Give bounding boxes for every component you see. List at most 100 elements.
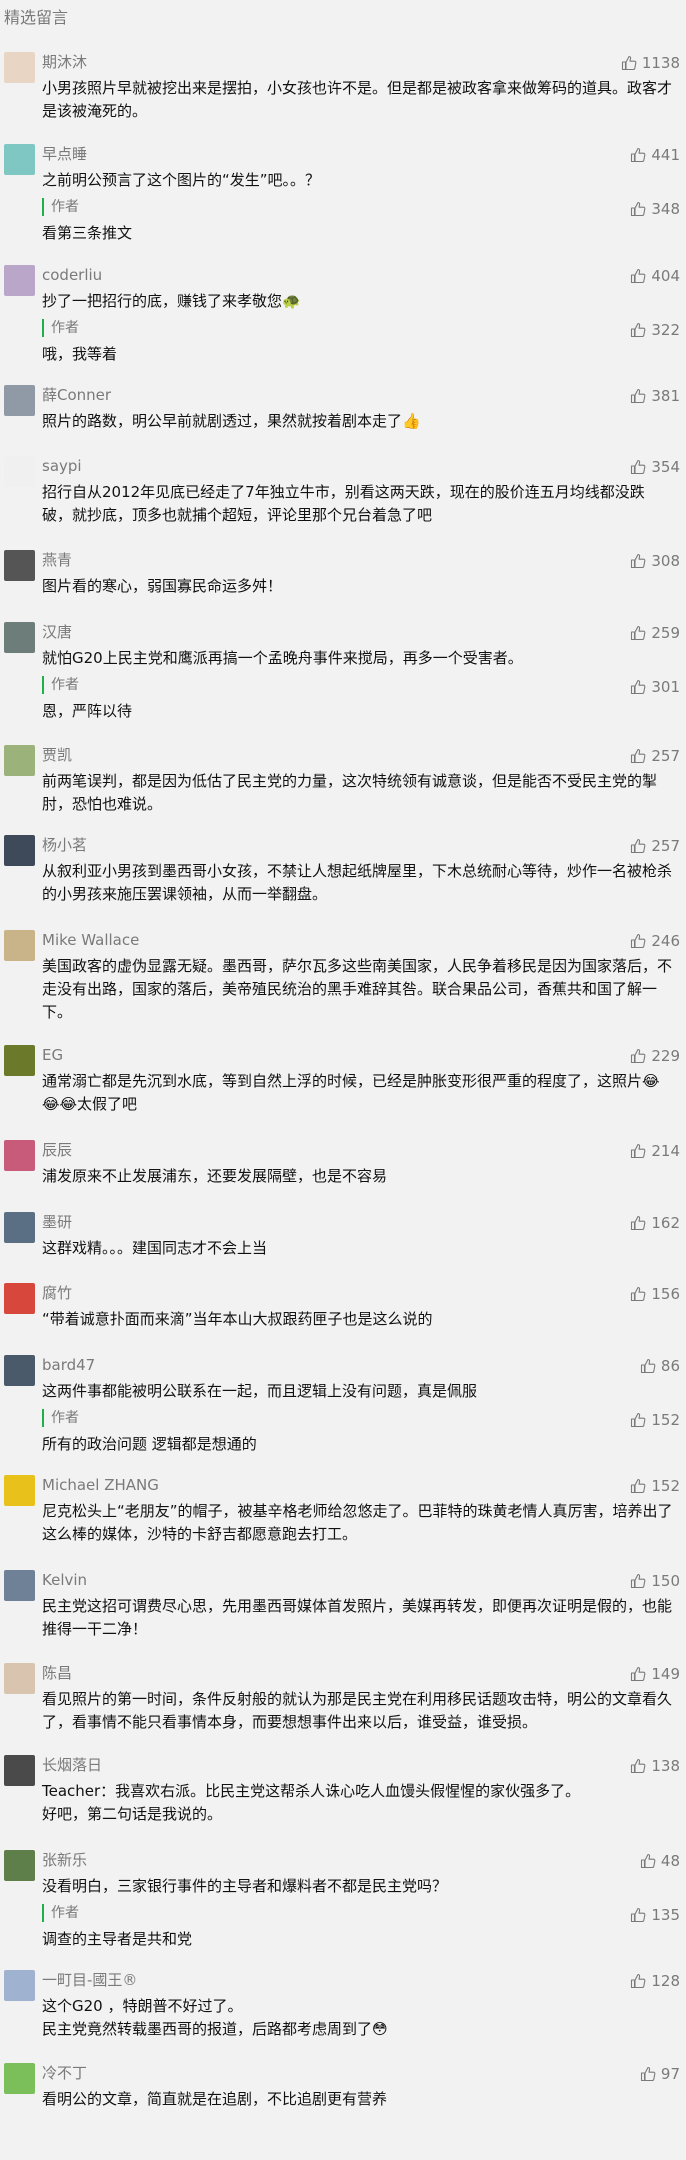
like-count: 150 [651, 1572, 680, 1590]
thumb-up-icon [631, 1907, 646, 1923]
commenter-name: 期沐沐 [42, 53, 88, 71]
avatar[interactable] [4, 550, 35, 581]
reply-like-button[interactable]: 348 [630, 199, 680, 219]
thumb-up-icon [631, 1973, 646, 1989]
like-button[interactable]: 128 [630, 1971, 680, 1991]
like-button[interactable]: 308 [630, 551, 680, 571]
comment-text: 抄了一把招行的底，赚钱了来孝敬您🐢 [42, 292, 301, 310]
thumb-up-icon [631, 748, 646, 764]
reply-text: 哦，我等着 [42, 345, 118, 363]
like-button[interactable]: 214 [630, 1141, 680, 1161]
commenter-name: Kelvin [42, 1571, 88, 1589]
comment-text: 这两件事都能被明公联系在一起，而且逻辑上没有问题，真是佩服 [42, 1382, 478, 1400]
like-button[interactable]: 381 [630, 386, 680, 406]
thumb-up-icon [631, 1758, 646, 1774]
like-button[interactable]: 1138 [621, 53, 680, 73]
like-button[interactable]: 441 [630, 145, 680, 165]
comment-text: 前两笔误判，都是因为低估了民主党的力量，这次特统领有诚意谈，但是能否不受民主党的… [42, 772, 658, 813]
like-button[interactable]: 257 [630, 746, 680, 766]
thumb-up-icon [640, 1358, 656, 1374]
thumb-up-icon [631, 553, 646, 569]
reply-like-button[interactable]: 301 [630, 677, 680, 697]
reply-like-button[interactable]: 135 [630, 1905, 680, 1925]
commenter-name: 薛Conner [42, 386, 112, 404]
avatar[interactable] [4, 1475, 35, 1506]
reply-text: 恩，严阵以待 [42, 702, 133, 720]
like-button[interactable]: 97 [640, 2064, 680, 2084]
avatar[interactable] [4, 1570, 35, 1601]
thumb-up-icon [631, 625, 646, 641]
like-button[interactable]: 48 [640, 1851, 680, 1871]
reply-like-button[interactable]: 152 [630, 1410, 680, 1430]
avatar[interactable] [4, 1970, 35, 2001]
avatar[interactable] [4, 456, 35, 487]
like-button[interactable]: 156 [630, 1284, 680, 1304]
like-button[interactable]: 152 [630, 1476, 680, 1496]
reply-like-button[interactable]: 322 [630, 320, 680, 340]
like-button[interactable]: 162 [630, 1213, 680, 1233]
like-count: 149 [651, 1665, 680, 1683]
like-count: 308 [651, 552, 680, 570]
thumb-up-icon [631, 1215, 646, 1231]
avatar[interactable] [4, 745, 35, 776]
avatar[interactable] [4, 1140, 35, 1171]
avatar[interactable] [4, 1850, 35, 1881]
like-button[interactable]: 150 [630, 1571, 680, 1591]
thumb-up-icon [631, 933, 646, 949]
thumb-up-icon [631, 268, 646, 284]
avatar[interactable] [4, 1283, 35, 1314]
like-button[interactable]: 246 [630, 931, 680, 951]
comment-text: 浦发原来不止发展浦东，还要发展隔壁，也是不容易 [42, 1167, 388, 1185]
like-button[interactable]: 138 [630, 1756, 680, 1776]
like-count: 86 [660, 1357, 680, 1375]
thumb-up-icon [631, 1478, 646, 1494]
like-button[interactable]: 149 [630, 1664, 680, 1684]
author-tag: 作者 [42, 676, 79, 694]
commenter-name: 辰辰 [42, 1141, 73, 1159]
avatar[interactable] [4, 144, 35, 175]
like-count: 214 [651, 1142, 680, 1160]
commenter-name: 杨小茗 [42, 836, 88, 854]
like-count: 441 [651, 146, 680, 164]
avatar[interactable] [4, 1663, 35, 1694]
like-button[interactable]: 259 [630, 623, 680, 643]
avatar[interactable] [4, 930, 35, 961]
avatar[interactable] [4, 385, 35, 416]
avatar[interactable] [4, 2063, 35, 2094]
like-button[interactable]: 404 [630, 266, 680, 286]
like-button[interactable]: 354 [630, 457, 680, 477]
reply-like-count: 301 [651, 678, 680, 696]
like-count: 97 [660, 2065, 680, 2083]
avatar[interactable] [4, 1755, 35, 1786]
comment-text: 从叙利亚小男孩到墨西哥小女孩，不禁让人想起纸牌屋里，下木总统耐心等待，炒作一名被… [42, 862, 673, 903]
thumb-up-icon [631, 838, 646, 854]
avatar[interactable] [4, 1212, 35, 1243]
avatar[interactable] [4, 265, 35, 296]
commenter-name: Michael ZHANG [42, 1476, 159, 1494]
avatar[interactable] [4, 52, 35, 83]
like-count: 162 [651, 1214, 680, 1232]
author-tag: 作者 [42, 319, 79, 337]
like-count: 246 [651, 932, 680, 950]
author-tag: 作者 [42, 198, 79, 216]
commenter-name: 燕青 [42, 551, 73, 569]
commenter-name: bard47 [42, 1356, 96, 1374]
like-button[interactable]: 229 [630, 1046, 680, 1066]
thumb-up-icon [631, 1412, 646, 1428]
avatar[interactable] [4, 622, 35, 653]
avatar[interactable] [4, 1045, 35, 1076]
comment-text: 招行自从2012年见底已经走了7年独立牛市，别看这两天跌，现在的股价连五月均线都… [42, 483, 645, 524]
thumb-up-icon [631, 459, 646, 475]
thumb-up-icon [631, 1143, 646, 1159]
comment-text: 尼克松头上“老朋友”的帽子，被基辛格老师给忽悠走了。巴菲特的珠黄老情人真厉害，培… [42, 1502, 673, 1543]
commenter-name: Mike Wallace [42, 931, 140, 949]
reply-text: 调查的主导者是共和党 [42, 1930, 193, 1948]
avatar[interactable] [4, 1355, 35, 1386]
comment-text: 之前明公预言了这个图片的“发生”吧。。？ [42, 171, 321, 189]
like-button[interactable]: 257 [630, 836, 680, 856]
like-count: 1138 [641, 54, 680, 72]
like-button[interactable]: 86 [640, 1356, 680, 1376]
avatar[interactable] [4, 835, 35, 866]
like-count: 259 [651, 624, 680, 642]
commenter-name: saypi [42, 457, 82, 475]
